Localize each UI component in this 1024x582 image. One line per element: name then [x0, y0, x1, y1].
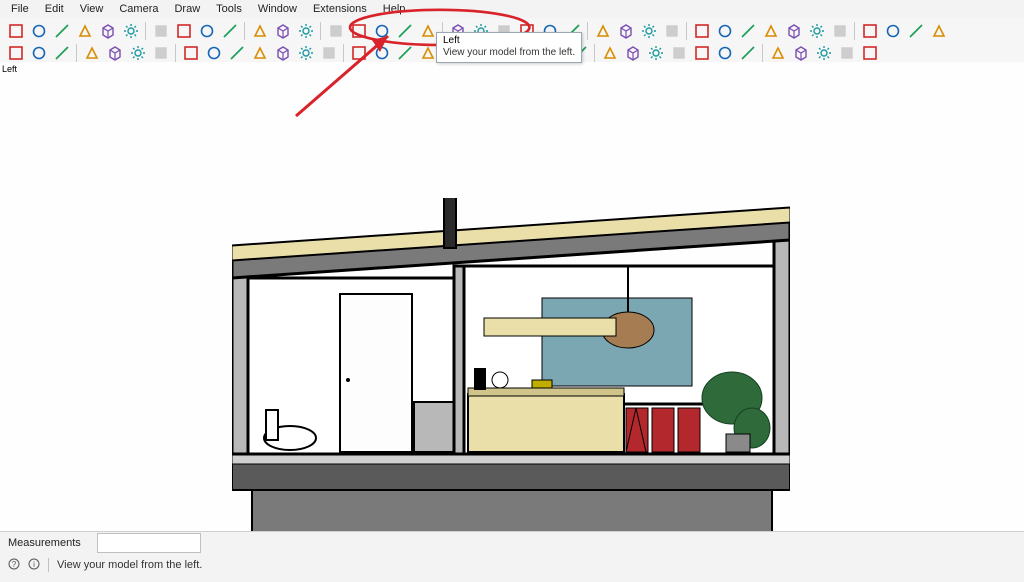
- previous-view-icon[interactable]: [393, 20, 416, 42]
- paint-bucket-icon[interactable]: [96, 20, 119, 42]
- copy-component-icon[interactable]: [271, 20, 294, 42]
- style-toggle-c-icon[interactable]: [637, 20, 660, 42]
- grid-icon[interactable]: [690, 42, 713, 64]
- curviloft-icon[interactable]: [812, 42, 835, 64]
- svg-text:?: ?: [12, 560, 17, 569]
- menu-window[interactable]: Window: [251, 2, 304, 16]
- solid-split-icon[interactable]: [782, 20, 805, 42]
- erase-guides-icon[interactable]: [80, 42, 103, 64]
- zoom-extents-icon[interactable]: [294, 20, 317, 42]
- status-bar: Measurements ? i View your model from th…: [0, 531, 1024, 582]
- solid-union-icon[interactable]: [690, 20, 713, 42]
- help-icon[interactable]: ?: [8, 558, 20, 573]
- smoove-icon[interactable]: [271, 42, 294, 64]
- line-tool-icon[interactable]: [50, 20, 73, 42]
- outer-shell-icon[interactable]: [179, 42, 202, 64]
- viewport[interactable]: [0, 62, 1024, 530]
- axes-red-icon[interactable]: [248, 42, 271, 64]
- paint-roller-icon[interactable]: [766, 42, 789, 64]
- solid-intersect-icon[interactable]: [759, 20, 782, 42]
- arrow-yellow-icon[interactable]: [644, 42, 667, 64]
- follow-me-icon[interactable]: [736, 42, 759, 64]
- status-hint-text: View your model from the left.: [57, 559, 202, 571]
- measurements-input[interactable]: [97, 533, 201, 553]
- text-tool-icon[interactable]: [119, 20, 142, 42]
- leader-text-icon[interactable]: [370, 42, 393, 64]
- arc-tool-icon[interactable]: [149, 20, 172, 42]
- menu-view[interactable]: View: [73, 2, 111, 16]
- shell-b-icon[interactable]: [828, 20, 851, 42]
- dimension-tool-icon[interactable]: [73, 20, 96, 42]
- target-icon[interactable]: [225, 42, 248, 64]
- extension-warehouse-icon[interactable]: [218, 20, 241, 42]
- select-arrow-icon[interactable]: [27, 42, 50, 64]
- screen-text-icon[interactable]: [347, 42, 370, 64]
- rotated-rect-icon[interactable]: [149, 42, 172, 64]
- vertical-text-icon[interactable]: [393, 42, 416, 64]
- pan-tool-icon[interactable]: [324, 20, 347, 42]
- select-tool-icon[interactable]: [4, 20, 27, 42]
- pie-tool-icon[interactable]: [172, 20, 195, 42]
- menu-edit[interactable]: Edit: [38, 2, 71, 16]
- plugin-a-icon[interactable]: [835, 42, 858, 64]
- offset-icon[interactable]: [294, 42, 317, 64]
- info-icon[interactable]: i: [28, 558, 40, 573]
- eraser-tool-icon[interactable]: [27, 20, 50, 42]
- solid-subtract-icon[interactable]: [713, 20, 736, 42]
- weld-icon[interactable]: [789, 42, 812, 64]
- tooltip-left-view: Left View your model from the left.: [436, 32, 582, 63]
- menu-file[interactable]: File: [4, 2, 36, 16]
- tooltip-body: View your model from the left.: [443, 47, 575, 58]
- axes-icon[interactable]: [195, 20, 218, 42]
- solid-trim-icon[interactable]: [736, 20, 759, 42]
- section-c-icon[interactable]: [904, 20, 927, 42]
- push-pull-icon[interactable]: [713, 42, 736, 64]
- plugin-b-icon[interactable]: [858, 42, 881, 64]
- intersect-faces-icon[interactable]: [202, 42, 225, 64]
- menu-camera[interactable]: Camera: [112, 2, 165, 16]
- walk-icon[interactable]: [370, 20, 393, 42]
- line-from-point-icon[interactable]: [103, 42, 126, 64]
- menu-tools[interactable]: Tools: [209, 2, 249, 16]
- section-a-icon[interactable]: [858, 20, 881, 42]
- section-d-icon[interactable]: [927, 20, 950, 42]
- rectangle-icon[interactable]: [126, 42, 149, 64]
- select-lasso-icon[interactable]: [50, 42, 73, 64]
- section-b-icon[interactable]: [881, 20, 904, 42]
- measurements-label: Measurements: [8, 537, 81, 549]
- menu-extensions[interactable]: Extensions: [306, 2, 374, 16]
- menu-bar: File Edit View Camera Draw Tools Window …: [0, 0, 1024, 18]
- menu-draw[interactable]: Draw: [167, 2, 207, 16]
- svg-text:i: i: [33, 560, 35, 569]
- scale-icon[interactable]: [667, 42, 690, 64]
- orbit-icon[interactable]: [347, 20, 370, 42]
- style-toggle-d-icon[interactable]: [660, 20, 683, 42]
- menu-help[interactable]: Help: [376, 2, 413, 16]
- style-toggle-b-icon[interactable]: [614, 20, 637, 42]
- zoom-tool-icon[interactable]: [4, 42, 27, 64]
- warning-icon[interactable]: [317, 42, 340, 64]
- viewport-scene-label: Left: [2, 64, 17, 74]
- model-section-view: [232, 198, 790, 548]
- component-icon[interactable]: [248, 20, 271, 42]
- protractor-icon[interactable]: [621, 42, 644, 64]
- dimension-line-icon[interactable]: [598, 42, 621, 64]
- style-toggle-a-icon[interactable]: [591, 20, 614, 42]
- shell-a-icon[interactable]: [805, 20, 828, 42]
- tooltip-title: Left: [443, 35, 575, 46]
